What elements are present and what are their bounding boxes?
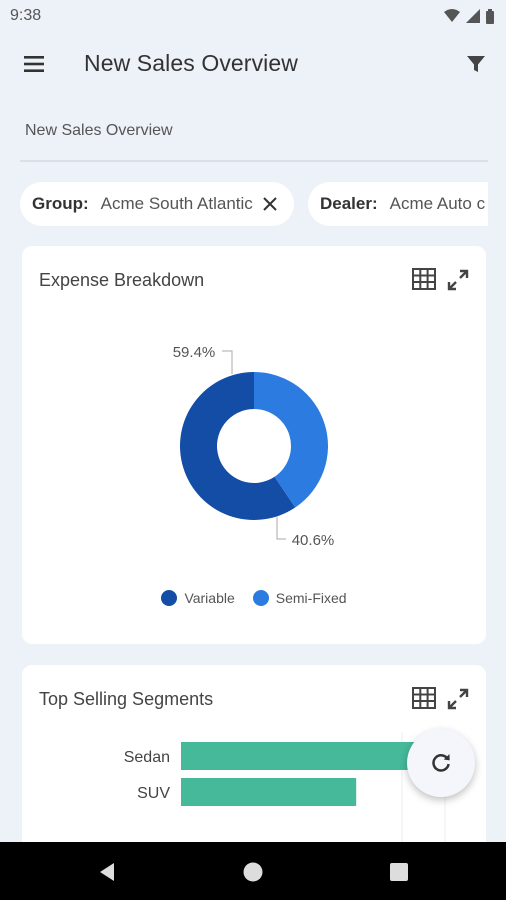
recents-icon[interactable]: [387, 860, 411, 884]
back-icon[interactable]: [95, 860, 119, 884]
table-icon[interactable]: [412, 268, 436, 290]
legend-dot-semi-fixed: [252, 590, 269, 606]
page-title: New Sales Overview: [84, 50, 298, 76]
status-time: 9:38: [10, 7, 42, 24]
bar-suv[interactable]: [181, 778, 357, 806]
breadcrumb: New Sales Overview: [25, 122, 173, 139]
wifi-icon: [444, 9, 460, 22]
leader-line-variable: [222, 350, 233, 374]
filter-chip-key: Group:: [32, 194, 89, 213]
hamburger-menu-icon[interactable]: [22, 52, 46, 76]
filter-chip-dealer[interactable]: Dealer: Acme Auto c: [308, 182, 488, 226]
data-label-variable: 59.4%: [173, 344, 216, 361]
table-icon[interactable]: [412, 687, 436, 709]
battery-icon: [486, 8, 494, 24]
legend-item-semi-fixed[interactable]: Semi-Fixed: [252, 590, 347, 606]
close-icon[interactable]: [261, 195, 279, 213]
legend-item-variable[interactable]: Variable: [161, 590, 235, 606]
legend-dot-variable: [161, 590, 178, 606]
expand-icon[interactable]: [446, 687, 470, 711]
expense-breakdown-card: Expense Breakdown 59.4% 40.6% Variable S…: [22, 246, 486, 644]
filter-chip-value: Acme Auto c: [389, 194, 486, 213]
app-bar: New Sales Overview: [0, 32, 506, 98]
leader-line-semi-fixed: [276, 516, 286, 540]
filter-chip-key: Dealer:: [320, 194, 378, 213]
status-bar: 9:38: [0, 0, 506, 32]
legend-label: Variable: [184, 590, 235, 606]
data-label-semi-fixed: 40.6%: [292, 532, 335, 549]
divider: [20, 160, 488, 162]
signal-icon: [466, 9, 480, 23]
filter-icon[interactable]: [464, 52, 488, 76]
card-title: Top Selling Segments: [39, 689, 214, 709]
filter-chip-value: Acme South Atlantic: [100, 194, 253, 213]
home-icon[interactable]: [241, 860, 265, 884]
filter-chips: Group: Acme South Atlantic Dealer: Acme …: [0, 182, 488, 226]
donut-chart: 59.4% 40.6%: [173, 344, 335, 549]
system-nav-bar: [0, 842, 506, 900]
bar-label: SUV: [137, 785, 170, 802]
chart-legend: Variable Semi-Fixed: [22, 590, 486, 606]
card-title: Expense Breakdown: [39, 270, 205, 290]
refresh-icon: [432, 754, 450, 772]
expand-icon[interactable]: [446, 268, 470, 292]
filter-chip-group[interactable]: Group: Acme South Atlantic: [20, 182, 294, 226]
bar-sedan[interactable]: [181, 742, 421, 770]
status-icons: [444, 8, 494, 24]
legend-label: Semi-Fixed: [275, 590, 347, 606]
refresh-button[interactable]: [407, 729, 475, 797]
bar-label: Sedan: [124, 749, 170, 766]
